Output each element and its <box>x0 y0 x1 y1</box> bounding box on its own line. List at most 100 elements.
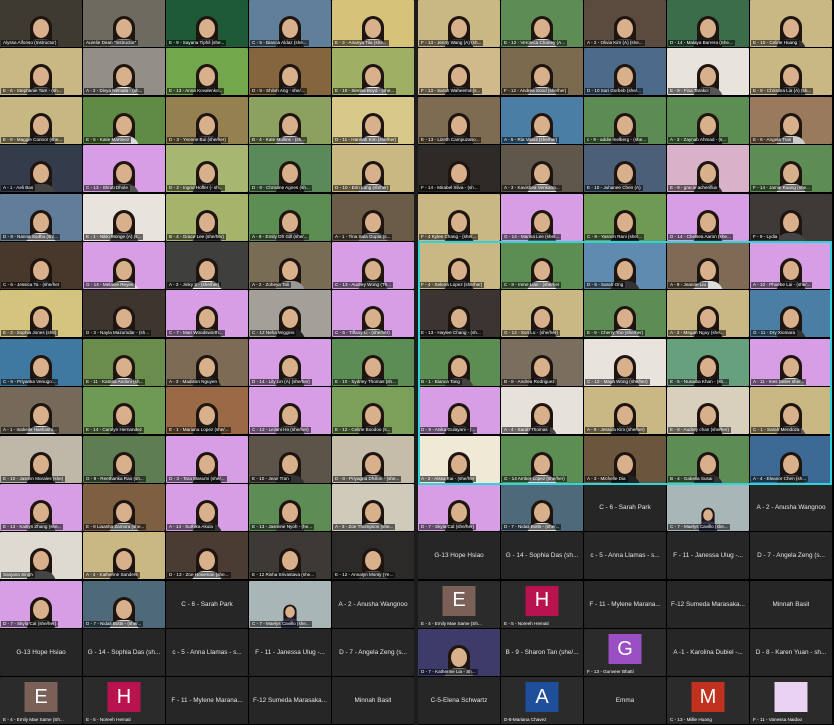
participant-tile[interactable]: B - 9 - Sharon Tan (she/... <box>501 629 583 677</box>
participant-tile[interactable]: C - 13 - Audrey Wong (Th... <box>332 241 414 289</box>
participant-tile[interactable]: D - 8 - Nanna Sodhu (sh/... <box>0 193 82 241</box>
participant-tile[interactable]: A - 3 - Madison Nguyen <box>166 338 248 386</box>
participant-tile[interactable]: A -1 - Karolina Dubiel -... <box>667 629 749 677</box>
participant-tile[interactable]: D - 3 - Yvonne Bui (she/her) <box>166 96 248 144</box>
participant-tile[interactable]: D - 14 - Chelsea Aaron (she... <box>667 193 749 241</box>
participant-tile[interactable]: F - 11 - Janessa Ulug -... <box>249 629 331 677</box>
participant-tile[interactable]: c - 5 - Anna Llamas - s... <box>584 532 666 580</box>
participant-tile[interactable]: c - 8 - addie melberg - (she... <box>584 96 666 144</box>
participant-tile[interactable]: D - 7 - Angela Zeng (s... <box>750 532 832 580</box>
participant-tile[interactable]: A - 9 - Jeanne Liu <box>667 241 749 289</box>
participant-tile[interactable]: E - 9 - gracie acheriflux <box>667 145 749 193</box>
participant-tile[interactable]: B - 4 - Gabella Susai <box>667 435 749 483</box>
participant-tile[interactable]: A - 4 - Eleanor Chen (sh... <box>750 435 832 483</box>
participant-tile[interactable]: D - 8 - Christine Agnes (sh... <box>249 145 331 193</box>
participant-tile[interactable]: D - 3 - Tara Masumi (she/... <box>166 435 248 483</box>
participant-tile[interactable]: E - 12 - Celine Boodoo (s... <box>332 387 414 435</box>
participant-tile[interactable]: F - 14 - Mirabel Sliva - (sh... <box>418 145 500 193</box>
participant-tile[interactable]: E - 13 - Lizeth Campuzano... <box>418 96 500 144</box>
participant-tile[interactable]: B - 4 - Grace Lee (she/her) <box>166 193 248 241</box>
participant-tile[interactable]: D - 7 - Katherine Lia - Sh... <box>418 629 500 677</box>
participant-tile[interactable]: A - 2 - Aissa Kai - (she/her <box>418 435 500 483</box>
participant-tile[interactable]: G F - 13 - Gunveer Bhatti <box>584 629 666 677</box>
participant-tile[interactable]: D - 11 - Hannah Kim (she/her) <box>332 96 414 144</box>
participant-tile[interactable]: A - 10 - Phoebe Lai - (she/... <box>750 241 832 289</box>
participant-tile[interactable]: E - 13 - Haylee Chang - (sh... <box>418 290 500 338</box>
participant-tile[interactable]: D - 14 - Lily Lin (A) (she/her) <box>249 338 331 386</box>
participant-tile[interactable]: C - 12 - Maya Wong (she/her) <box>584 338 666 386</box>
participant-tile[interactable]: D - 7 - Skyla Cal (she/her) <box>0 580 82 628</box>
participant-tile[interactable]: G-13 Hope Hsiao <box>0 629 82 677</box>
participant-tile[interactable]: C - 12 Neha Wiggins <box>249 290 331 338</box>
participant-tile[interactable]: C - 7 - Maelys Cavillo (she... <box>249 580 331 628</box>
participant-tile[interactable]: C - 6 - Jessica Ta - (she/her <box>0 241 82 289</box>
participant-tile[interactable]: E - 8 - Audrey chan (she/her) <box>667 387 749 435</box>
participant-tile[interactable]: D - 7 - Skyla Cal (she/her) <box>418 483 500 531</box>
participant-tile[interactable]: A - 11 - Ines Seiler she/... <box>750 338 832 386</box>
participant-tile[interactable]: F - 13 - Jenny Wang (A) (sh... <box>418 0 500 47</box>
participant-tile[interactable]: C - 13 - Shruti Dhole <box>83 145 165 193</box>
participant-tile[interactable]: E - 10 - Jasmin Morales (she) <box>0 435 82 483</box>
participant-tile[interactable]: F - 9 - Lydia <box>750 193 832 241</box>
participant-tile[interactable]: F - 11 - Mylene Marana... <box>584 580 666 628</box>
participant-tile[interactable]: E - 13 - Kaitlyn Zhang (she... <box>0 483 82 531</box>
participant-tile[interactable]: E - 12 Risha Srivastava (she... <box>249 532 331 580</box>
participant-tile[interactable]: H E - 5 - Noreeh Hemati <box>501 580 583 628</box>
participant-tile[interactable]: A - 2 - Anusha Wangnoo <box>332 580 414 628</box>
participant-tile[interactable]: A - 3 - Kavishea Venkatra... <box>501 145 583 193</box>
participant-tile[interactable]: A - 14 - Suthika Akula <box>166 483 248 531</box>
participant-tile[interactable]: B - 8 - Andrea Rodriguez <box>501 338 583 386</box>
participant-tile[interactable]: G - 14 - Melanie Reyes <box>83 241 165 289</box>
participant-tile[interactable]: E - 10 - Sienna Boyd - (she... <box>332 48 414 96</box>
participant-tile[interactable]: E - 12 - Veronica Chaney (A... <box>501 0 583 47</box>
participant-tile[interactable]: Alyssa Alfonso (Instructor) <box>0 0 82 47</box>
participant-tile[interactable]: D - 8 - Priyagna Dhillon - (she... <box>332 435 414 483</box>
participant-tile[interactable]: D - 8 - Shiloh Ang - she/... <box>249 48 331 96</box>
participant-tile[interactable]: F - 11 - Vanessa Naidoo <box>750 677 832 725</box>
participant-tile[interactable]: C - 6 - Tiffany Li - (she/her) <box>332 290 414 338</box>
participant-tile[interactable]: E - 10 - Juhanee Chen (A) <box>584 145 666 193</box>
participant-tile[interactable]: E - 11 - Katrina Andoni (sh... <box>83 338 165 386</box>
participant-tile[interactable]: E - 1 - Mariana Lopez (she/... <box>166 387 248 435</box>
participant-tile[interactable]: E - 5 - Nusaiba Khan - (sh... <box>667 338 749 386</box>
participant-tile[interactable]: Sanjana Singh <box>0 532 82 580</box>
participant-tile[interactable]: A - 2 - Olivia Kim (A) (she... <box>584 0 666 47</box>
participant-tile[interactable]: D - 2 - Ingrid Hoffer (- sh... <box>166 145 248 193</box>
participant-tile[interactable]: G - 14 - Sophia Das (sh... <box>83 629 165 677</box>
participant-tile[interactable]: A - 1 - Isabelle Hashashi... <box>0 387 82 435</box>
participant-tile[interactable]: D - 10 - Erin Lang (sh/her) <box>332 145 414 193</box>
participant-tile[interactable]: E - 14 - Carolyn Hernandez <box>83 387 165 435</box>
participant-tile[interactable]: A D-8-Mariana Chavez <box>501 677 583 725</box>
participant-tile[interactable]: C - 8 - Irene Liao - (she/her <box>501 241 583 289</box>
participant-tile[interactable]: A - 3 - Zaynab Ahmad - (s... <box>667 96 749 144</box>
participant-tile[interactable]: F - 4 Kylee Chang - (she/... <box>418 193 500 241</box>
participant-tile[interactable]: F-12 Sumeda Marasaka... <box>249 677 331 725</box>
participant-tile[interactable]: E - 9 - Sayana Tiphil (she... <box>166 0 248 47</box>
participant-tile[interactable]: A - 9 - Jessica Kim (she/her) <box>584 387 666 435</box>
participant-tile[interactable]: A - 3 - Michelle Dia <box>584 435 666 483</box>
participant-tile[interactable]: A - 1 - Aeli Bas <box>0 145 82 193</box>
participant-tile[interactable]: C - 1 - Sarah Mendoza <box>750 387 832 435</box>
participant-tile[interactable]: C - 7 - Mari Woodsworth... <box>166 290 248 338</box>
participant-tile[interactable]: D - 3 - Nayla Mazumdar - (sh... <box>83 290 165 338</box>
participant-tile[interactable]: A - 2 - Anusha Wangnoo <box>750 483 832 531</box>
participant-tile[interactable]: E - 5 - Katie Martinez <box>83 96 165 144</box>
participant-tile[interactable]: Minnah Basit <box>750 580 832 628</box>
participant-tile[interactable]: E - 6 - Stephanie Tam - (sh... <box>0 48 82 96</box>
participant-tile[interactable]: D - 14 - Malaya Barrera (She... <box>667 0 749 47</box>
participant-tile[interactable]: E - 13 - Anna Kovalenko... <box>166 48 248 96</box>
participant-tile[interactable]: D - 9 - Anika Gulayani - (... <box>418 387 500 435</box>
participant-tile[interactable]: Emma <box>584 677 666 725</box>
participant-tile[interactable]: Minnah Basit <box>332 677 414 725</box>
participant-tile[interactable]: E E - 4 - Emily Mae Same (Sh... <box>418 580 500 628</box>
participant-tile[interactable]: C - 6 - Sarah Park <box>584 483 666 531</box>
participant-tile[interactable]: E - 3 - Sophia Jones (she) <box>0 290 82 338</box>
participant-tile[interactable]: E - 13 - Jasmine Nyoh - (he... <box>249 483 331 531</box>
participant-tile[interactable]: F-12 Sumeda Marasaka... <box>667 580 749 628</box>
participant-tile[interactable]: F - 4 - Selena Lopez (she/her) <box>418 241 500 289</box>
participant-tile[interactable]: G - 14 Amber Lopez (she/her) <box>501 435 583 483</box>
participant-tile[interactable]: A - 2 - Divya Nirmala - (sh... <box>83 48 165 96</box>
participant-tile[interactable]: A - 3 - Jinky 3 - (she/her) <box>166 241 248 289</box>
participant-tile[interactable]: E - 12 - Annalyn Monty (Ye... <box>332 532 414 580</box>
participant-tile[interactable]: Aurelie Dean "Instructor" <box>83 0 165 47</box>
